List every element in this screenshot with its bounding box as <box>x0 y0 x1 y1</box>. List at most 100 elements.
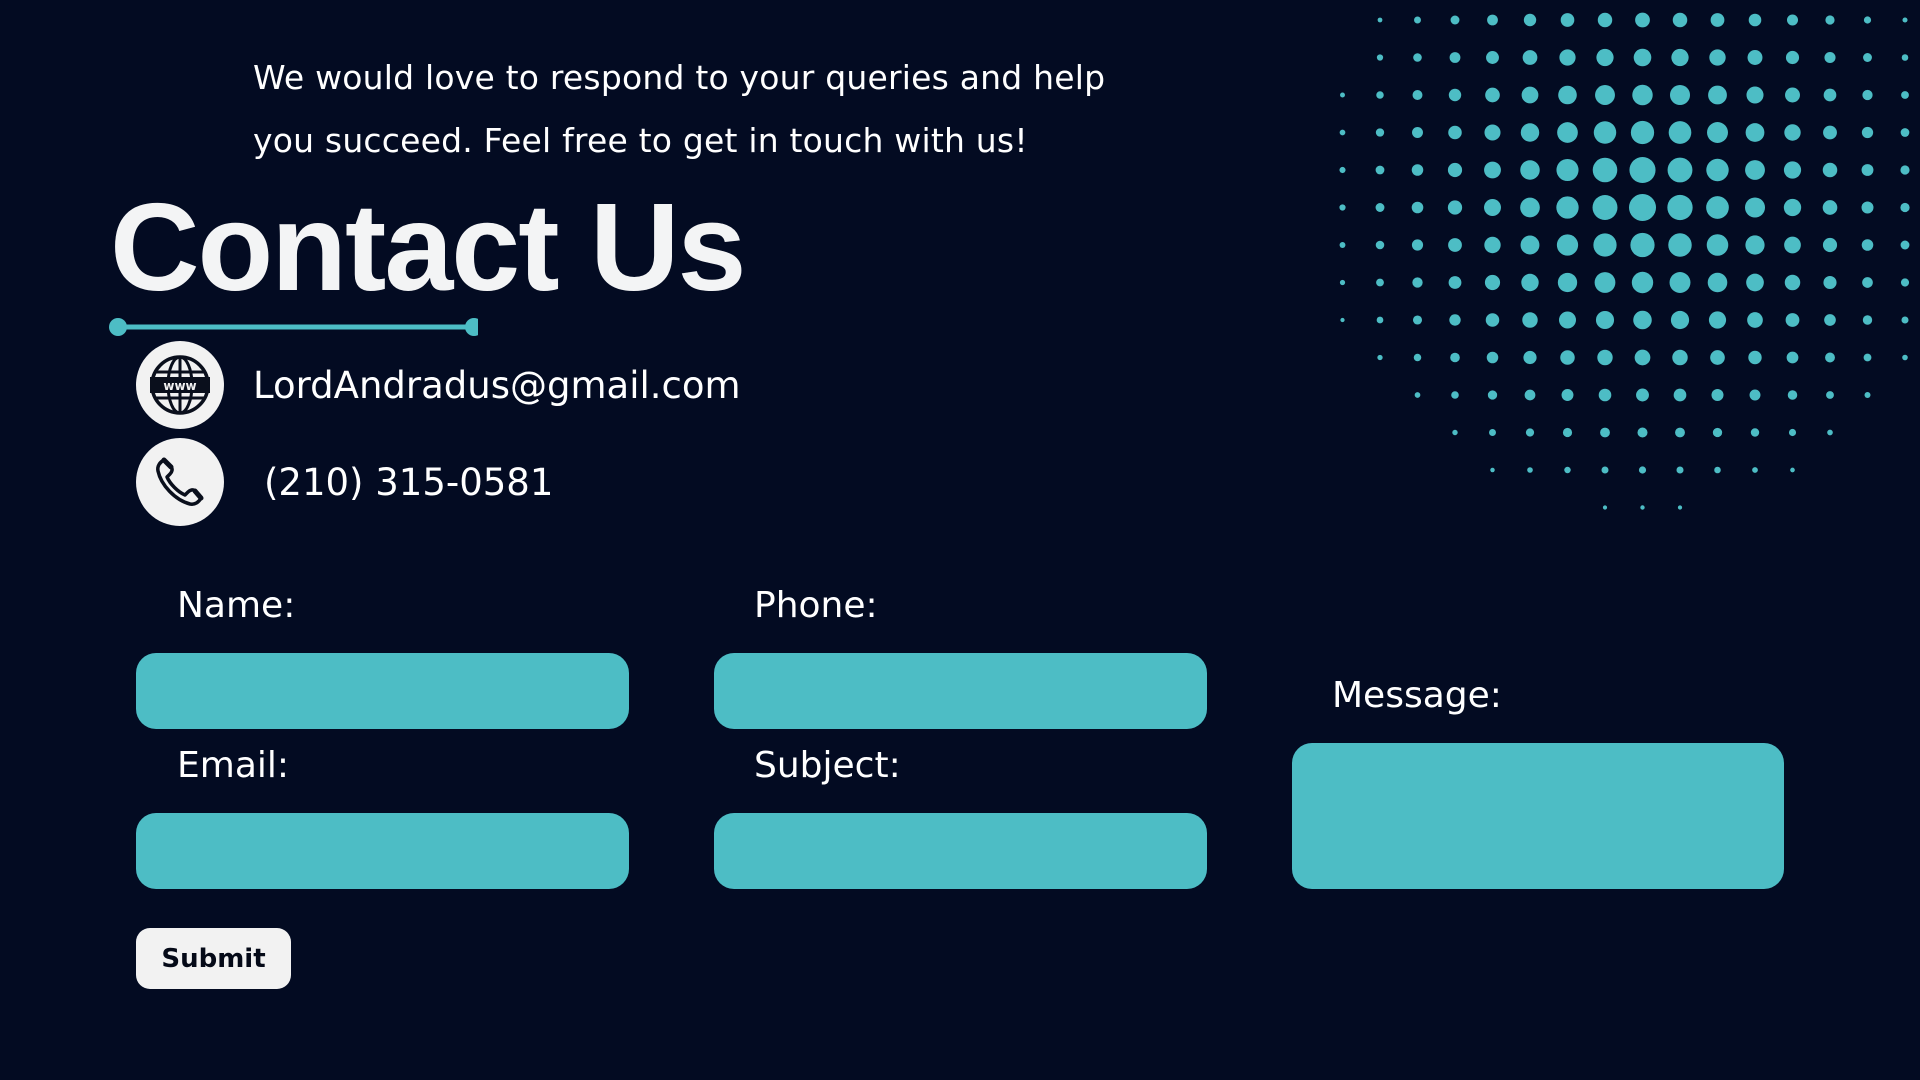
halftone-dot <box>1785 87 1800 103</box>
halftone-dot <box>1592 157 1618 183</box>
halftone-dot <box>1562 427 1573 438</box>
halftone-dot <box>1524 389 1536 401</box>
title-underline-decoration <box>109 318 478 336</box>
halftone-dot <box>1745 235 1765 255</box>
halftone-dot <box>1451 391 1459 399</box>
halftone-dot <box>1711 389 1724 401</box>
halftone-dot <box>1748 13 1762 27</box>
halftone-dot <box>1520 235 1540 255</box>
phone-input[interactable] <box>714 653 1207 729</box>
halftone-dot <box>1862 89 1873 101</box>
halftone-dot <box>1376 91 1384 99</box>
halftone-dot <box>1637 427 1648 438</box>
halftone-dot <box>1861 164 1874 176</box>
halftone-dot <box>1448 88 1462 102</box>
contact-phone-text[interactable]: (210) 315-0581 <box>264 461 553 504</box>
page-title: Contact Us <box>110 179 747 317</box>
halftone-dot <box>1822 200 1838 215</box>
halftone-dot <box>1527 467 1533 473</box>
halftone-dot <box>1486 351 1499 364</box>
halftone-dot <box>1598 388 1612 402</box>
halftone-dot <box>1339 129 1346 136</box>
name-input[interactable] <box>136 653 629 729</box>
subject-input[interactable] <box>714 813 1207 889</box>
halftone-dot <box>1744 197 1766 218</box>
halftone-dot <box>1667 194 1693 221</box>
halftone-dot <box>1823 125 1837 140</box>
halftone-dot <box>1489 429 1496 436</box>
halftone-dot <box>1900 202 1910 213</box>
halftone-dot <box>1786 14 1799 26</box>
halftone-dot <box>1560 350 1575 365</box>
halftone-dot <box>1450 15 1460 25</box>
message-textarea[interactable] <box>1292 743 1784 889</box>
intro-line-2: you succeed. Feel free to get in touch w… <box>253 121 1028 160</box>
halftone-dot <box>1375 165 1385 175</box>
halftone-dot <box>1825 352 1835 363</box>
halftone-dot <box>1708 311 1727 329</box>
halftone-dot <box>1784 274 1801 291</box>
halftone-dot <box>1448 276 1462 289</box>
halftone-dot <box>1785 50 1800 65</box>
email-label: Email: <box>177 745 290 786</box>
halftone-dot <box>1863 353 1872 362</box>
halftone-dot <box>1790 467 1795 473</box>
halftone-dot <box>1707 122 1728 143</box>
halftone-dot <box>1484 274 1501 291</box>
submit-button[interactable]: Submit <box>136 928 291 989</box>
halftone-dot <box>1594 272 1616 293</box>
contact-page: We would love to respond to your queries… <box>0 0 1920 1080</box>
halftone-dot <box>1632 84 1653 106</box>
halftone-dot <box>1706 234 1729 256</box>
halftone-dot <box>1339 279 1346 286</box>
halftone-dot <box>1861 201 1874 214</box>
email-input[interactable] <box>136 813 629 889</box>
halftone-dot <box>1557 272 1578 293</box>
halftone-dot <box>1450 352 1460 363</box>
halftone-dot <box>1785 313 1800 327</box>
halftone-dot <box>1901 54 1909 61</box>
halftone-dot <box>1484 124 1501 141</box>
www-globe-icon: www <box>136 341 224 429</box>
contact-email-text[interactable]: LordAndradus@gmail.com <box>253 364 741 407</box>
halftone-dot <box>1523 350 1537 365</box>
halftone-dot <box>1901 91 1909 99</box>
halftone-dot <box>1749 389 1761 401</box>
halftone-dot <box>1520 160 1540 180</box>
halftone-dot <box>1784 124 1801 141</box>
halftone-dot <box>1668 233 1692 257</box>
halftone-dot <box>1487 390 1498 400</box>
halftone-dot <box>1745 123 1765 142</box>
halftone-dot <box>1521 273 1539 292</box>
halftone-dot <box>1411 201 1424 214</box>
halftone-dot <box>1669 272 1691 293</box>
halftone-dot <box>1787 390 1798 400</box>
halftone-dot <box>1667 157 1693 183</box>
halftone-dot <box>1862 277 1873 288</box>
halftone-dot <box>1747 312 1763 328</box>
halftone-dot <box>1824 314 1836 326</box>
halftone-dot <box>1490 467 1495 473</box>
halftone-dot <box>1595 85 1615 105</box>
halftone-dot <box>1864 392 1871 398</box>
halftone-dot <box>1706 158 1729 182</box>
halftone-dot <box>1375 128 1385 137</box>
halftone-dot <box>1448 238 1462 252</box>
halftone-dot <box>1633 310 1652 330</box>
halftone-dot <box>1861 126 1874 139</box>
halftone-dot <box>1825 15 1835 25</box>
halftone-dot <box>1746 273 1764 292</box>
halftone-dot <box>1669 84 1691 106</box>
halftone-dot <box>1783 161 1802 179</box>
halftone-dot <box>1556 158 1579 182</box>
halftone-dot <box>1523 13 1537 27</box>
name-label: Name: <box>177 585 296 626</box>
halftone-dot <box>1750 428 1760 437</box>
halftone-dot <box>1520 123 1540 142</box>
halftone-dot <box>1862 315 1873 325</box>
halftone-dot <box>1861 239 1874 251</box>
halftone-dot <box>1592 195 1618 220</box>
halftone-dot <box>1638 466 1647 474</box>
halftone-dot <box>1559 49 1576 66</box>
halftone-dot <box>1377 354 1383 361</box>
